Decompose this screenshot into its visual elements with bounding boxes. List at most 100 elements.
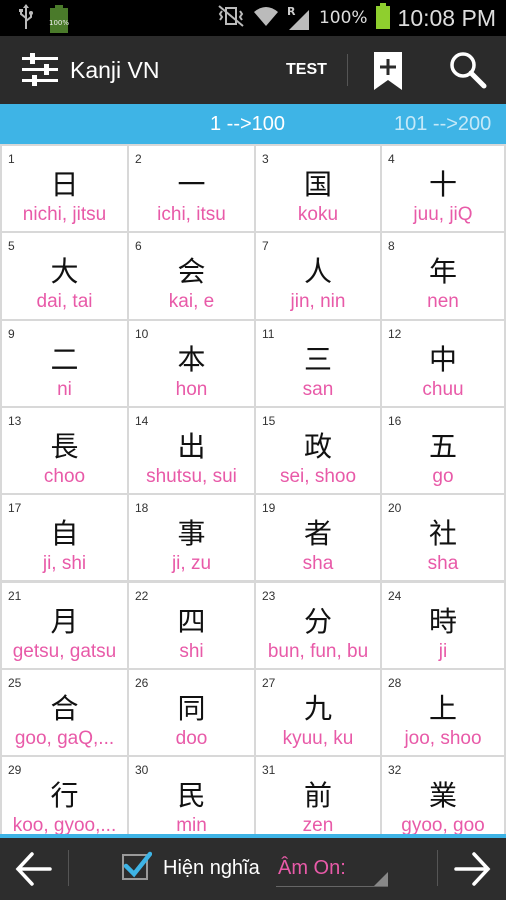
kanji-grid: 1 日 nichi, jitsu 2 一 ichi, itsu 3 国 koku 4 十 juu, j… — [0, 144, 506, 834]
kanji-cell[interactable]: 6 会 kai, e — [129, 233, 254, 319]
kanji-cell[interactable]: 5 大 dai, tai — [2, 233, 127, 319]
app-title: Kanji VN — [70, 57, 160, 83]
kanji-character: 会 — [177, 255, 206, 289]
kanji-cell[interactable]: 19 者 sha — [256, 495, 380, 581]
kanji-character: 行 — [50, 779, 79, 813]
kanji-cell[interactable]: 29 行 koo, gyoo,... — [2, 757, 127, 834]
search-icon[interactable] — [448, 50, 488, 90]
battery-percent: 100% — [318, 8, 368, 28]
kanji-cell[interactable]: 31 前 zen — [256, 757, 380, 834]
vibrate-mute-icon — [217, 4, 245, 32]
kanji-character: 本 — [177, 342, 206, 376]
kanji-reading: koku — [297, 204, 339, 225]
kanji-cell[interactable]: 8 年 nen — [382, 233, 504, 319]
kanji-number: 21 — [8, 588, 22, 603]
kanji-cell[interactable]: 7 人 jin, nin — [256, 233, 380, 319]
kanji-reading: nen — [427, 291, 459, 313]
kanji-number: 10 — [135, 326, 149, 341]
bottom-bar: Hiện nghĩa Âm On: — [0, 838, 506, 900]
kanji-character: 月 — [50, 604, 79, 638]
kanji-cell[interactable]: 11 三 san — [256, 320, 380, 406]
kanji-reading: ji, shi — [42, 553, 87, 575]
wifi-icon — [253, 5, 279, 31]
kanji-character: 三 — [303, 342, 332, 376]
battery-icon — [375, 3, 390, 33]
kanji-number: 13 — [8, 413, 22, 428]
kanji-character: 分 — [303, 604, 332, 638]
kanji-reading: sha — [427, 553, 459, 575]
tab-range-101-200[interactable]: 101 -->200 — [394, 104, 491, 144]
battery-small-label: 100% — [49, 19, 70, 27]
settings-sliders-icon[interactable] — [20, 52, 60, 88]
arrow-right-icon[interactable] — [452, 850, 492, 888]
status-bar: 100% R 100% 10:08 PM — [0, 0, 506, 36]
kanji-character: 上 — [428, 691, 457, 725]
kanji-number: 19 — [262, 501, 276, 516]
kanji-cell[interactable]: 1 日 nichi, jitsu — [2, 146, 127, 232]
kanji-reading: koo, gyoo,... — [12, 815, 117, 834]
kanji-reading: choo — [43, 465, 86, 487]
kanji-cell[interactable]: 20 社 sha — [382, 495, 504, 581]
clock: 10:08 PM — [397, 4, 496, 31]
test-button[interactable]: TEST — [286, 36, 327, 104]
kanji-character: 長 — [50, 429, 79, 463]
kanji-cell[interactable]: 14 出 shutsu, sui — [129, 407, 254, 494]
kanji-character: 十 — [428, 168, 457, 201]
kanji-reading: getsu, gatsu — [12, 640, 117, 662]
range-tabs: 1 -->100 101 -->200 — [0, 104, 506, 144]
kanji-cell[interactable]: 3 国 koku — [256, 146, 380, 232]
kanji-cell[interactable]: 13 長 choo — [2, 407, 127, 494]
kanji-reading: juu, jiQ — [413, 204, 473, 225]
kanji-cell[interactable]: 25 合 goo, gaQ,... — [2, 669, 127, 756]
kanji-character: 者 — [303, 517, 332, 551]
kanji-reading: ni — [57, 378, 72, 400]
kanji-cell[interactable]: 9 二 ni — [2, 320, 127, 406]
kanji-cell[interactable]: 21 月 getsu, gatsu — [2, 582, 127, 668]
kanji-character: 中 — [428, 342, 457, 376]
bottom-divider-right — [437, 850, 438, 886]
kanji-character: 四 — [177, 604, 206, 638]
kanji-cell[interactable]: 12 中 chuu — [382, 320, 504, 406]
bottom-divider-left — [68, 850, 69, 886]
reading-mode-value: Âm On: — [278, 857, 346, 879]
bookmark-add-icon[interactable] — [372, 50, 404, 92]
kanji-cell[interactable]: 23 分 bun, fun, bu — [256, 582, 380, 668]
kanji-cell[interactable]: 30 民 min — [129, 757, 254, 834]
kanji-cell[interactable]: 24 時 ji — [382, 582, 504, 668]
kanji-cell[interactable]: 10 本 hon — [129, 320, 254, 406]
show-meaning-label: Hiện nghĩa — [163, 857, 260, 879]
kanji-cell[interactable]: 17 自 ji, shi — [2, 495, 127, 581]
kanji-cell[interactable]: 28 上 joo, shoo — [382, 669, 504, 756]
kanji-number: 32 — [388, 763, 402, 778]
kanji-reading: min — [176, 815, 207, 834]
kanji-reading: doo — [175, 727, 208, 749]
arrow-left-icon[interactable] — [14, 850, 54, 888]
kanji-cell[interactable]: 18 事 ji, zu — [129, 495, 254, 581]
kanji-cell[interactable]: 32 業 gyoo, goo — [382, 757, 504, 834]
kanji-number: 31 — [262, 763, 276, 778]
kanji-reading: shutsu, sui — [146, 465, 237, 487]
reading-mode-select[interactable]: Âm On: — [276, 838, 388, 898]
kanji-number: 29 — [8, 763, 22, 778]
kanji-cell[interactable]: 26 同 doo — [129, 669, 254, 756]
kanji-number: 20 — [388, 501, 402, 516]
kanji-cell[interactable]: 15 政 sei, shoo — [256, 407, 380, 494]
kanji-reading: sei, shoo — [279, 465, 357, 487]
kanji-cell[interactable]: 4 十 juu, jiQ — [382, 146, 504, 232]
kanji-cell[interactable]: 27 九 kyuu, ku — [256, 669, 380, 756]
kanji-cell[interactable]: 22 四 shi — [129, 582, 254, 668]
tab-range-1-100[interactable]: 1 -->100 — [210, 104, 285, 144]
kanji-reading: joo, shoo — [404, 727, 482, 749]
kanji-reading: ichi, itsu — [157, 204, 226, 225]
kanji-number: 11 — [262, 326, 275, 341]
kanji-reading: san — [302, 378, 334, 400]
show-meaning-checkbox[interactable] — [122, 851, 152, 880]
kanji-cell[interactable]: 2 一 ichi, itsu — [129, 146, 254, 232]
kanji-character: 大 — [50, 255, 79, 289]
status-left: 100% — [18, 4, 70, 34]
kanji-reading: ji — [438, 640, 448, 662]
kanji-cell[interactable]: 16 五 go — [382, 407, 504, 494]
kanji-character: 年 — [428, 255, 457, 289]
kanji-reading: dai, tai — [36, 291, 93, 313]
usb-icon — [18, 4, 34, 34]
